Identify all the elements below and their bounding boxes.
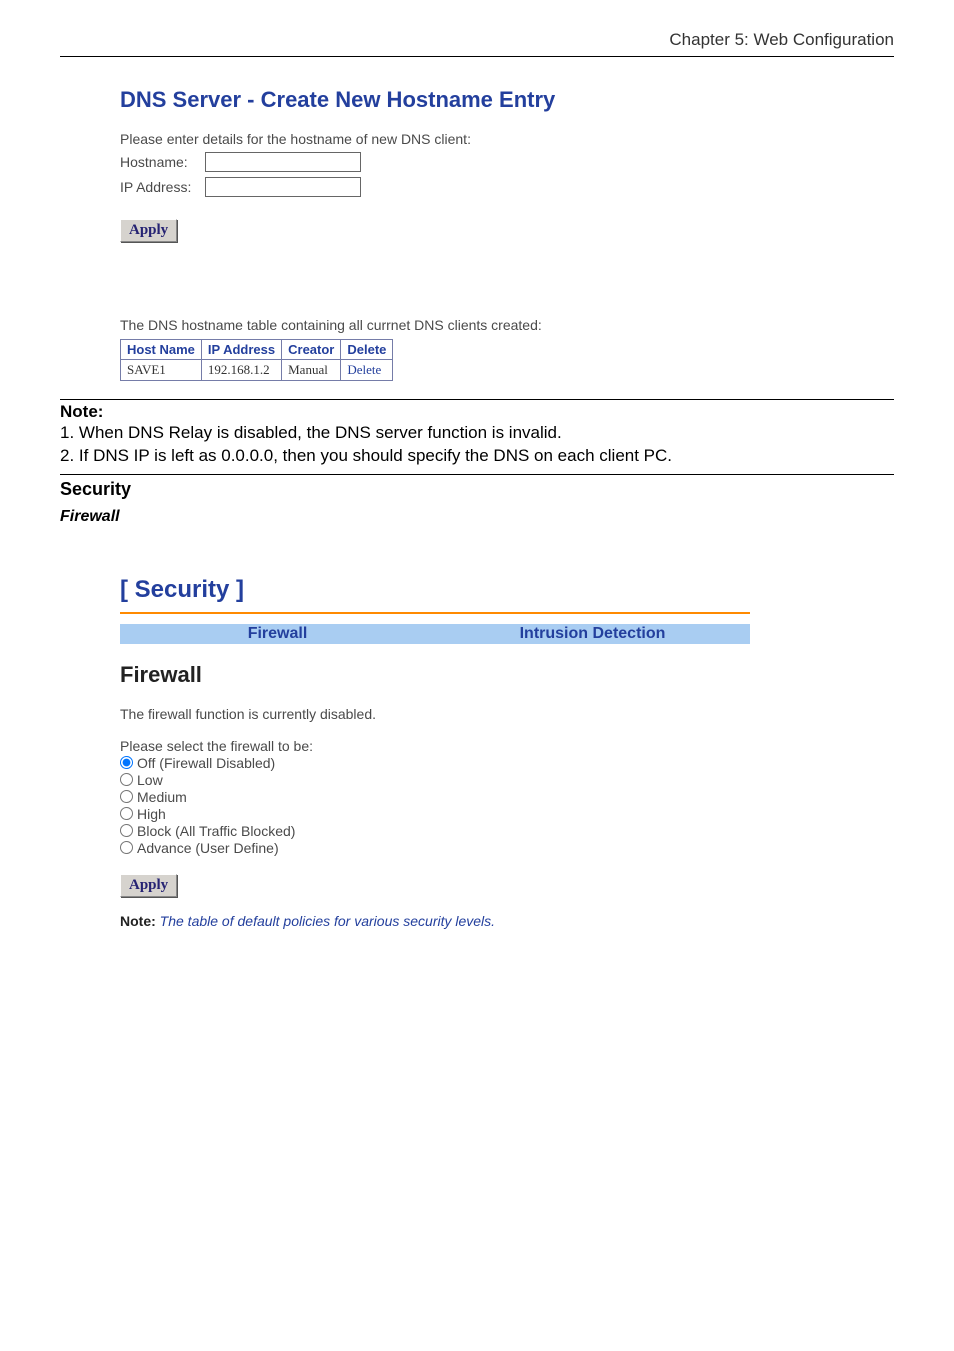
radio-advance[interactable] — [120, 841, 133, 854]
radio-low[interactable] — [120, 773, 133, 786]
col-creator: Creator — [282, 340, 341, 360]
security-divider — [120, 612, 750, 614]
firewall-heading: Firewall — [120, 662, 854, 688]
firewall-select-label: Please select the firewall to be: — [120, 738, 854, 754]
firewall-subheading: Firewall — [60, 508, 894, 526]
hostname-label: Hostname: — [120, 154, 205, 170]
radio-medium[interactable] — [120, 790, 133, 803]
security-tabs: Firewall Intrusion Detection — [120, 624, 750, 644]
radio-block-label: Block (All Traffic Blocked) — [137, 823, 295, 839]
firewall-status: The firewall function is currently disab… — [120, 706, 854, 722]
note-line-2: 2. If DNS IP is left as 0.0.0.0, then yo… — [60, 445, 894, 468]
col-delete: Delete — [341, 340, 393, 360]
doc-rule — [60, 399, 894, 400]
doc-rule-2 — [60, 474, 894, 475]
radio-block[interactable] — [120, 824, 133, 837]
dns-apply-button[interactable]: Apply — [120, 219, 177, 242]
col-hostname: Host Name — [121, 340, 202, 360]
radio-medium-label: Medium — [137, 789, 187, 805]
delete-link[interactable]: Delete — [347, 362, 381, 377]
dns-panel-title: DNS Server - Create New Hostname Entry — [120, 87, 854, 113]
chapter-header: Chapter 5: Web Configuration — [60, 30, 894, 57]
note-line-1: 1. When DNS Relay is disabled, the DNS s… — [60, 422, 894, 445]
radio-off[interactable] — [120, 756, 133, 769]
dns-table-intro: The DNS hostname table containing all cu… — [120, 317, 854, 333]
cell-hostname: SAVE1 — [121, 360, 202, 381]
cell-ip: 192.168.1.2 — [201, 360, 281, 381]
security-panel: [ Security ] Firewall Intrusion Detectio… — [120, 576, 854, 929]
tab-firewall[interactable]: Firewall — [120, 624, 435, 644]
radio-low-label: Low — [137, 772, 163, 788]
radio-off-label: Off (Firewall Disabled) — [137, 755, 275, 771]
dns-panel-intro: Please enter details for the hostname of… — [120, 131, 854, 147]
radio-high-label: High — [137, 806, 166, 822]
table-row: SAVE1 192.168.1.2 Manual Delete — [121, 360, 393, 381]
security-title: [ Security ] — [120, 576, 750, 604]
radio-advance-label: Advance (User Define) — [137, 840, 279, 856]
firewall-apply-button[interactable]: Apply — [120, 874, 177, 897]
table-header-row: Host Name IP Address Creator Delete — [121, 340, 393, 360]
firewall-note-text: The table of default policies for variou… — [156, 913, 495, 929]
note-heading: Note: — [60, 402, 894, 422]
dns-server-panel: DNS Server - Create New Hostname Entry P… — [120, 87, 854, 381]
ip-address-input[interactable] — [205, 177, 361, 197]
firewall-note-strong: Note: — [120, 913, 156, 929]
col-ip: IP Address — [201, 340, 281, 360]
radio-high[interactable] — [120, 807, 133, 820]
ip-address-label: IP Address: — [120, 179, 205, 195]
tab-intrusion-detection[interactable]: Intrusion Detection — [435, 624, 750, 644]
dns-hostname-table: Host Name IP Address Creator Delete SAVE… — [120, 339, 393, 381]
hostname-input[interactable] — [205, 152, 361, 172]
firewall-note: Note: The table of default policies for … — [120, 913, 854, 929]
security-heading: Security — [60, 479, 894, 500]
cell-creator: Manual — [282, 360, 341, 381]
